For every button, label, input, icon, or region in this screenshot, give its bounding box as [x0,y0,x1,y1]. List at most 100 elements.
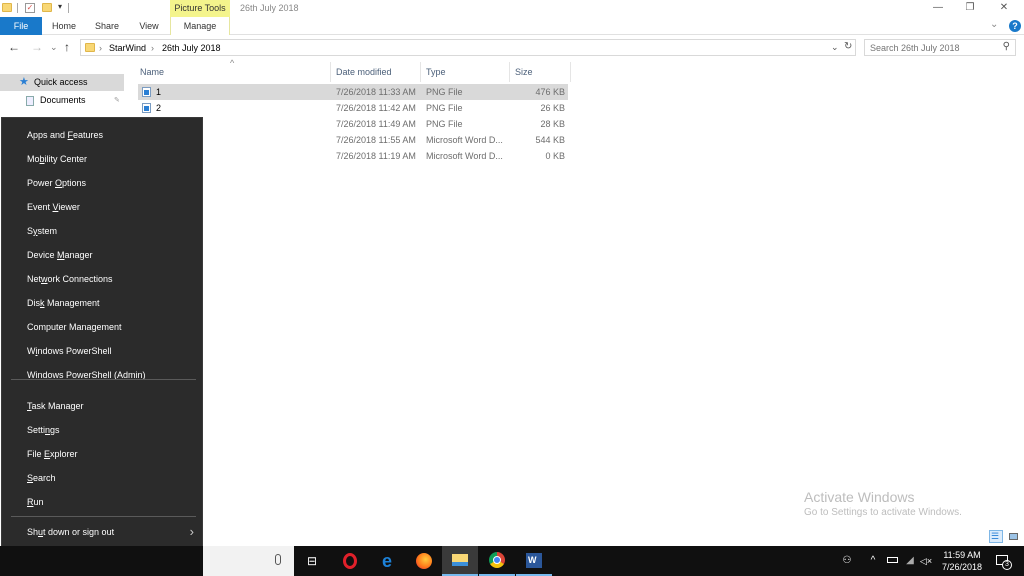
menu-item-system[interactable]: System [2,220,202,242]
file-row[interactable]: 1 7/26/2018 11:33 AM PNG File 476 KB [138,84,568,100]
clock[interactable]: 11:59 AM 7/26/2018 [935,549,989,573]
menu-item-label: File [27,449,45,459]
menu-item-label: ement [96,322,122,332]
address-bar[interactable]: › StarWind › 26th July 2018 ⌄ ↻ [80,39,856,56]
refresh-icon[interactable]: ↻ [844,41,852,52]
menu-item-file-explorer[interactable]: File Explorer [2,443,202,465]
battery-icon[interactable] [884,546,900,576]
close-button[interactable]: ✕ [994,2,1014,15]
address-dropdown-icon[interactable]: ⌄ [831,42,839,53]
wifi-icon[interactable]: ◢ [902,546,918,576]
access-key: O [55,178,63,188]
chrome-button[interactable] [479,546,515,576]
breadcrumb-starwind[interactable]: StarWind [109,43,146,53]
back-button[interactable]: ← [8,40,20,54]
opera-button[interactable] [332,546,368,576]
task-view-button[interactable]: ⊟ [294,546,330,576]
file-name: 2 [156,103,162,113]
column-header-name[interactable]: Name [140,62,164,82]
file-size: 544 KB [535,135,565,145]
breadcrumb-current-folder[interactable]: 26th July 2018 [162,43,221,53]
menu-item-run[interactable]: Run [2,491,202,513]
address-row: ← → ⌄ ↑ › StarWind › 26th July 2018 ⌄ ↻ … [0,37,1024,59]
menu-item-windows-powershell-admin[interactable]: Windows PowerShell (Admin) [2,364,202,386]
star-icon: ★ [19,76,29,88]
menu-item-label: Device [27,250,58,260]
restore-button[interactable]: ❐ [960,2,980,15]
menu-item-task-manager[interactable]: Task Manager [2,395,202,417]
file-name: 1 [156,87,162,97]
menu-item-label: un [33,497,44,507]
png-file-icon [142,103,151,113]
file-explorer-button[interactable] [442,546,478,576]
column-divider[interactable] [570,62,571,82]
search-input[interactable] [865,40,995,55]
column-divider[interactable] [509,62,510,82]
large-icons-view-button[interactable] [1006,530,1020,543]
menu-item-computer-management[interactable]: Computer Management [2,316,202,338]
menu-item-search[interactable]: Search [2,467,202,489]
menu-item-label: anager [64,250,93,260]
file-row[interactable]: 2 7/26/2018 11:42 AM PNG File 26 KB [138,100,568,116]
menu-item-power-options[interactable]: Power Options [2,172,202,194]
properties-icon[interactable]: ✓ [25,3,35,13]
menu-item-settings[interactable]: Settings [2,419,202,441]
tab-view[interactable]: View [132,17,166,35]
details-view-button[interactable]: ☰ [989,530,1003,543]
notification-count-badge: 3 [1002,560,1012,570]
microphone-icon[interactable] [275,554,281,565]
column-header-size[interactable]: Size [515,62,533,82]
nav-item-quick-access[interactable]: ★ Quick access [0,74,124,91]
menu-item-shut-down-or-sign-out[interactable]: Shut down or sign out › [2,521,202,543]
people-icon[interactable]: ⚇ [838,546,856,576]
customize-toolbar-icon[interactable]: ▾ [58,2,62,13]
new-folder-icon[interactable] [42,3,52,12]
help-icon[interactable]: ? [1009,20,1021,32]
menu-item-mobility-center[interactable]: Mobility Center [2,148,202,170]
column-header-date-modified[interactable]: Date modified [336,62,392,82]
recent-locations-button[interactable]: ⌄ [50,42,58,53]
action-center-button[interactable]: 3 [992,546,1012,576]
tab-home[interactable]: Home [46,17,82,35]
nav-item-documents[interactable]: Documents ✎ [0,92,124,109]
tab-share[interactable]: Share [88,17,126,35]
file-type: PNG File [426,103,463,113]
search-icon[interactable]: ⚲ [1003,41,1010,52]
column-divider[interactable] [420,62,421,82]
show-hidden-icons-chevron[interactable]: ^ [866,546,880,576]
up-button[interactable]: ↑ [64,40,70,54]
forward-button[interactable]: → [31,40,43,54]
menu-item-label: Apps and [27,130,68,140]
tab-file[interactable]: File [0,17,42,35]
menu-item-disk-management[interactable]: Disk Management [2,292,202,314]
file-date: 7/26/2018 11:55 AM [336,135,416,145]
menu-item-label: ask Manager [31,401,84,411]
menu-item-event-viewer[interactable]: Event Viewer [2,196,202,218]
menu-item-label: Net [27,274,42,284]
column-header-type[interactable]: Type [426,62,446,82]
word-button[interactable]: W [516,546,552,576]
opera-icon [343,553,357,569]
menu-divider [11,516,196,517]
column-divider[interactable] [330,62,331,82]
taskbar-search-box[interactable] [203,546,294,576]
menu-item-windows-powershell[interactable]: Windows PowerShell [2,340,202,362]
volume-muted-icon[interactable]: ◁× [918,546,934,576]
expand-ribbon-icon[interactable]: ⌄ [990,19,998,30]
divider [17,3,18,13]
menu-item-device-manager[interactable]: Device Manager [2,244,202,266]
firefox-button[interactable] [406,546,442,576]
menu-item-label: Power [27,178,56,188]
menu-item-network-connections[interactable]: Network Connections [2,268,202,290]
activate-windows-title: Activate Windows [804,489,915,505]
edge-button[interactable]: e [369,546,405,576]
search-box[interactable]: ⚲ [864,39,1016,56]
tab-manage[interactable]: Manage [170,17,230,35]
folder-icon[interactable] [2,3,12,12]
menu-item-label: Dis [27,298,40,308]
menu-item-apps-and-features[interactable]: Apps and Features [2,124,202,146]
clock-date: 7/26/2018 [941,562,983,572]
file-type: PNG File [426,119,463,129]
minimize-button[interactable]: — [928,2,948,15]
breadcrumb-separator: › [99,43,102,53]
